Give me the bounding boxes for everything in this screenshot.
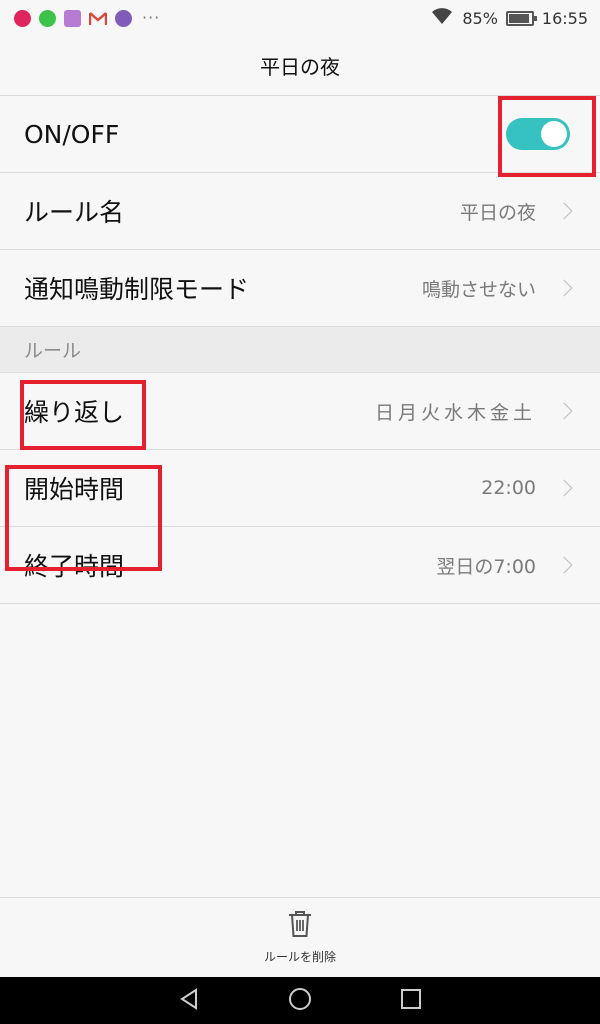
clock: 16:55 [541, 8, 588, 28]
start-time-value: 22:00 [481, 477, 536, 499]
chevron-right-icon [555, 479, 573, 497]
gmail-icon [88, 11, 108, 25]
recents-icon[interactable] [400, 988, 422, 1014]
line-icon [39, 9, 56, 27]
rule-section-header: ルール [0, 327, 600, 373]
delete-rule-button[interactable]: ルールを削除 [0, 897, 600, 977]
rule-name-row[interactable]: ルール名 平日の夜 [0, 173, 600, 250]
onoff-label: ON/OFF [24, 119, 120, 149]
mode-value: 鳴動させない [421, 278, 536, 301]
page-title-bar: 平日の夜 [0, 36, 600, 96]
home-icon[interactable] [288, 987, 312, 1015]
start-time-label: 開始時間 [24, 475, 125, 504]
notification-icons: ··· [14, 8, 161, 27]
mode-label: 通知鳴動制限モード [24, 275, 250, 304]
chevron-right-icon [555, 402, 573, 420]
start-time-row[interactable]: 開始時間 22:00 [0, 450, 600, 527]
settings-list: ON/OFF ルール名 平日の夜 通知鳴動制限モード 鳴動させない ルール 繰り… [0, 96, 600, 604]
back-icon[interactable] [178, 987, 200, 1014]
onoff-row[interactable]: ON/OFF [0, 96, 600, 173]
chevron-right-icon [555, 556, 573, 574]
repeat-value: 日月火水木金土 [374, 401, 536, 424]
battery-icon [505, 10, 537, 26]
chevron-right-icon [555, 279, 573, 297]
more-notifications-icon: ··· [142, 8, 161, 27]
navigation-bar [0, 977, 600, 1024]
pinterest-icon [14, 9, 31, 27]
mode-row[interactable]: 通知鳴動制限モード 鳴動させない [0, 250, 600, 327]
wifi-icon [430, 7, 454, 29]
toggle-knob [541, 121, 567, 147]
rule-name-value: 平日の夜 [459, 201, 536, 224]
section-label: ルール [24, 340, 82, 362]
trash-icon [287, 910, 313, 942]
gallery-icon [64, 9, 81, 27]
rule-name-label: ルール名 [24, 198, 125, 227]
repeat-label: 繰り返し [24, 398, 125, 427]
delete-rule-label: ルールを削除 [263, 950, 336, 964]
status-bar: ··· 85% 16:55 [0, 0, 600, 36]
status-right: 85% 16:55 [430, 7, 588, 29]
chevron-right-icon [555, 202, 573, 220]
page-title: 平日の夜 [260, 55, 340, 79]
end-time-label: 終了時間 [24, 552, 125, 581]
app-icon [115, 9, 132, 27]
end-time-row[interactable]: 終了時間 翌日の7:00 [0, 527, 600, 604]
battery-percent: 85% [462, 8, 498, 28]
repeat-row[interactable]: 繰り返し 日月火水木金土 [0, 373, 600, 450]
onoff-toggle[interactable] [506, 118, 570, 150]
end-time-value: 翌日の7:00 [436, 555, 536, 578]
